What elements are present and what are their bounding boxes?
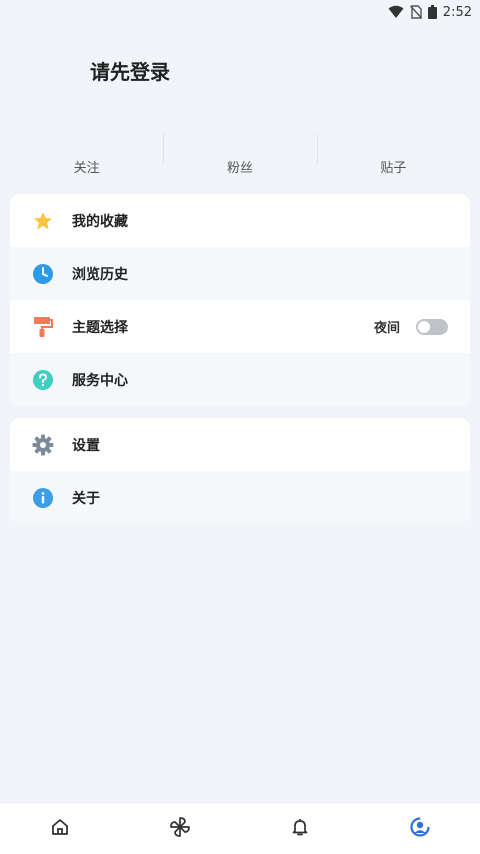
menu-label: 我的收藏 [72, 213, 128, 230]
menu-label: 主题选择 [72, 319, 128, 336]
gear-icon [32, 434, 54, 456]
menu-card-main: 我的收藏 浏览历史 主题选择 夜间 服务中心 [10, 194, 470, 406]
stat-following[interactable]: 关注 [10, 132, 163, 182]
menu-item-theme[interactable]: 主题选择 夜间 [10, 300, 470, 353]
info-icon [32, 487, 54, 509]
menu-item-history[interactable]: 浏览历史 [10, 247, 470, 300]
bell-icon [290, 817, 310, 841]
bottom-nav [0, 802, 480, 854]
pinwheel-icon [169, 816, 191, 842]
login-prompt[interactable]: 请先登录 [90, 56, 170, 85]
night-mode-toggle[interactable] [416, 318, 448, 335]
star-icon [32, 210, 54, 232]
nav-profile[interactable] [360, 803, 480, 854]
toggle-knob [418, 320, 430, 333]
stats-bar: 关注 粉丝 贴子 [10, 132, 470, 182]
menu-label: 浏览历史 [72, 266, 128, 283]
stat-following-label: 关注 [73, 161, 100, 176]
divider [316, 134, 318, 164]
help-icon [32, 369, 54, 391]
wifi-icon [388, 5, 404, 19]
menu-label: 关于 [72, 490, 100, 507]
menu-label: 服务中心 [72, 372, 128, 389]
nav-home[interactable] [0, 803, 120, 854]
stat-posts[interactable]: 贴子 [316, 132, 470, 182]
menu-item-favorites[interactable]: 我的收藏 [10, 194, 470, 247]
menu-item-service-center[interactable]: 服务中心 [10, 353, 470, 406]
nav-discover[interactable] [120, 803, 240, 854]
divider [163, 134, 165, 164]
clock-icon [32, 263, 54, 285]
profile-icon [409, 816, 431, 842]
stat-fans-label: 粉丝 [226, 161, 253, 176]
battery-icon [427, 5, 437, 19]
paint-roller-icon [32, 316, 54, 338]
home-icon [50, 817, 70, 841]
no-sim-icon [409, 5, 422, 19]
night-mode-label: 夜间 [373, 321, 400, 336]
status-time: 2:52 [442, 4, 472, 20]
status-bar: 2:52 [0, 0, 480, 24]
menu-item-settings[interactable]: 设置 [10, 418, 470, 471]
stat-fans[interactable]: 粉丝 [163, 132, 316, 182]
nav-notifications[interactable] [240, 803, 360, 854]
stat-posts-label: 贴子 [380, 161, 407, 176]
menu-item-about[interactable]: 关于 [10, 471, 470, 524]
menu-card-secondary: 设置 关于 [10, 418, 470, 524]
menu-label: 设置 [72, 437, 100, 454]
